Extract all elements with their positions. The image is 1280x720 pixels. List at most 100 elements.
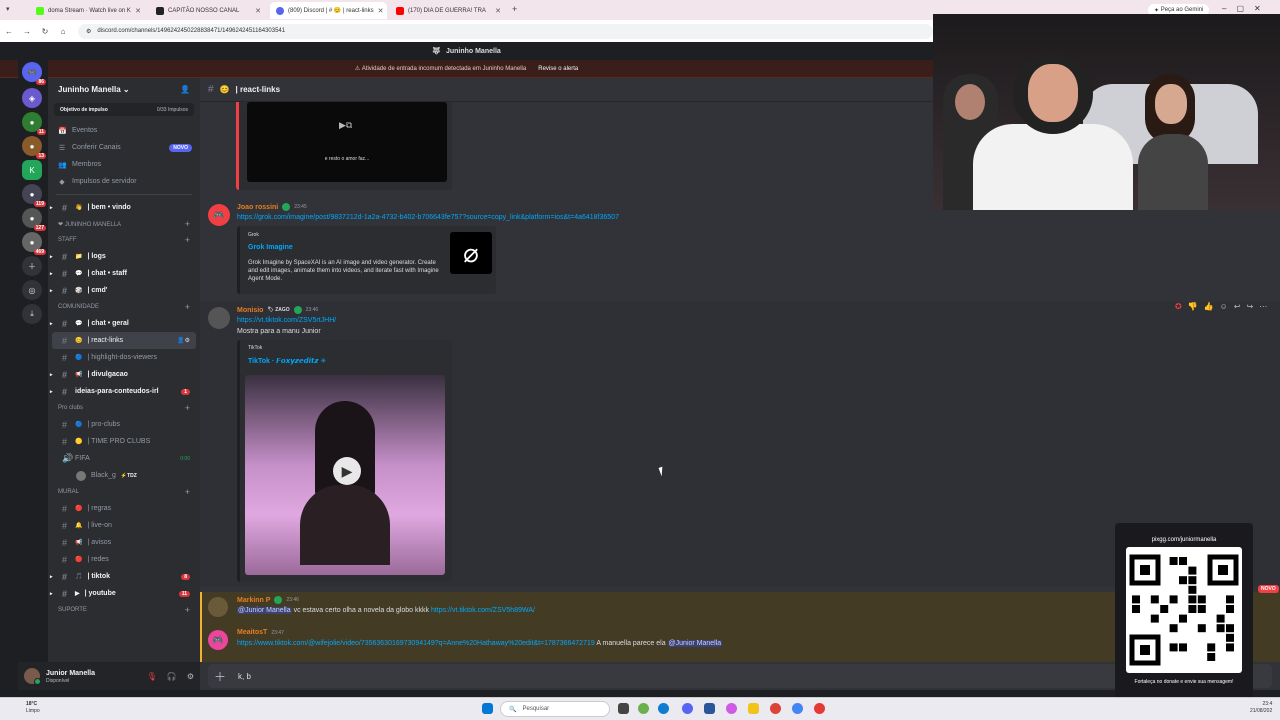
expand-icon[interactable]: ▸: [50, 321, 53, 327]
app-icon[interactable]: [726, 703, 737, 714]
system-clock[interactable]: 23:4 21/08/202: [1250, 701, 1272, 715]
new-tab-icon[interactable]: +: [512, 4, 517, 14]
avatar[interactable]: [24, 668, 41, 685]
server-icon[interactable]: ● 127: [22, 208, 46, 231]
channel-item[interactable]: ▸ # 👋 | bem • vindo: [50, 199, 196, 216]
avatar[interactable]: [208, 597, 228, 617]
expand-icon[interactable]: ▸: [50, 389, 53, 395]
category-header[interactable]: ❤ JUNINHO MANELLA +: [48, 216, 200, 232]
channel-item[interactable]: # 😊 | react-links 👤⚙: [52, 332, 196, 349]
explore-icon[interactable]: ◎: [22, 280, 42, 300]
chrome-icon[interactable]: [770, 703, 781, 714]
nav-item[interactable]: ◆ Impulsos de servidor: [48, 173, 200, 190]
expand-icon[interactable]: ▸: [50, 591, 53, 597]
channel-item[interactable]: ▸ # ▶ | youtube 11: [50, 585, 196, 602]
forward-icon[interactable]: ↪: [1247, 302, 1254, 311]
play-icon[interactable]: ▶: [333, 457, 361, 485]
browser-tab-2[interactable]: CAPITÃO NOSSO CANAL ✕: [150, 2, 267, 19]
user-mention[interactable]: @Junior Manella: [667, 640, 723, 647]
app-icon[interactable]: [638, 703, 649, 714]
expand-icon[interactable]: ▸: [50, 574, 53, 580]
settings-gear-icon[interactable]: ⚙: [187, 672, 194, 681]
channel-item[interactable]: # 🔵 | highlight-dos-viewers: [52, 349, 196, 366]
discord-avatar-icon[interactable]: 🎮: [208, 630, 228, 650]
forward-icon[interactable]: →: [18, 27, 36, 36]
channel-item[interactable]: ▸ # 📁 | logs: [50, 248, 196, 265]
reload-icon[interactable]: ↻: [36, 27, 54, 36]
new-messages-badge[interactable]: NOVO: [1258, 585, 1279, 593]
mic-muted-icon[interactable]: 🎙: [147, 672, 157, 681]
add-member-icon[interactable]: 👤: [180, 85, 190, 94]
add-server-icon[interactable]: ＋: [22, 256, 42, 276]
close-icon[interactable]: ✕: [135, 7, 141, 15]
add-channel-icon[interactable]: +: [185, 219, 190, 229]
channel-item[interactable]: # 🔴 | regras: [52, 500, 196, 517]
add-attachment-icon[interactable]: ＋: [214, 668, 226, 685]
add-channel-icon[interactable]: +: [185, 403, 190, 413]
direct-messages-icon[interactable]: 🎮 86: [22, 62, 46, 85]
download-icon[interactable]: ⤓: [22, 304, 42, 324]
message-author[interactable]: Joao rossini: [237, 204, 278, 211]
channel-item[interactable]: ▸ # 🎲 | cmd': [50, 282, 196, 299]
back-icon[interactable]: ←: [0, 27, 18, 36]
thumbs-down-icon[interactable]: 👎: [1188, 302, 1198, 311]
channel-settings-icon[interactable]: 👤⚙: [177, 337, 190, 344]
add-channel-icon[interactable]: +: [185, 302, 190, 312]
expand-icon[interactable]: ▸: [50, 372, 53, 378]
task-view-icon[interactable]: [618, 703, 629, 714]
taskbar-search[interactable]: 🔍 Pesquisar: [500, 701, 610, 717]
add-reaction-icon[interactable]: ☺: [1220, 302, 1228, 311]
category-header[interactable]: Pro clubs +: [48, 400, 200, 416]
avatar[interactable]: [208, 307, 230, 329]
close-icon[interactable]: ✕: [495, 7, 501, 15]
server-icon[interactable]: ● 119: [22, 184, 46, 207]
channel-item[interactable]: ▸ # 💬 | chat • staff: [50, 265, 196, 282]
video-thumbnail[interactable]: ▶: [245, 375, 445, 575]
message-link[interactable]: https://grok.com/imagine/post/9837212d-1…: [237, 214, 619, 221]
tab-menu-icon[interactable]: ▾: [6, 5, 10, 13]
user-mention[interactable]: @Junior Manella: [237, 607, 292, 614]
url-field[interactable]: ⚙ discord.com/channels/14962424502288384…: [78, 23, 933, 39]
close-icon[interactable]: ✕: [378, 7, 384, 15]
app-icon[interactable]: [704, 703, 715, 714]
embed-title[interactable]: Grok Imagine: [248, 244, 293, 251]
message-link[interactable]: https://vt.tiktok.com/ZSV5rtJHH/: [237, 317, 336, 324]
channel-item[interactable]: ▸ # ideias-para-conteudos-irl 1: [50, 383, 196, 400]
category-header[interactable]: MURAL +: [48, 484, 200, 500]
reply-icon[interactable]: ↩: [1234, 302, 1241, 311]
message-author[interactable]: MeaitosT: [237, 629, 267, 636]
expand-icon[interactable]: ▸: [50, 254, 53, 260]
channel-item[interactable]: ▸ # 🎵 | tiktok 8: [50, 568, 196, 585]
window-controls[interactable]: –▢✕: [1222, 4, 1271, 13]
message-link[interactable]: https://www.tiktok.com/@wifejolie/video/…: [237, 640, 595, 647]
review-alert-link[interactable]: Revise o alerta: [538, 66, 578, 72]
voice-user[interactable]: Black_g ⚡TDZ: [52, 467, 196, 484]
channel-item[interactable]: ▸ # 📢 | divulgacao: [50, 366, 196, 383]
weather-widget[interactable]: 18°C Limpo: [26, 701, 40, 715]
start-icon[interactable]: [482, 703, 493, 714]
browser-tab-1[interactable]: doma Stream · Watch live on K ✕: [30, 2, 147, 19]
server-icon[interactable]: ● 11: [22, 112, 46, 135]
channel-item[interactable]: # 🔴 | redes: [52, 551, 196, 568]
video-preview[interactable]: ▶⧉ e resto o amor faz...: [247, 102, 447, 182]
channel-item[interactable]: # 🔔 | live-on: [52, 517, 196, 534]
nav-item[interactable]: ☰ Conferir Canais NOVO: [48, 139, 200, 156]
chrome-icon[interactable]: [792, 703, 803, 714]
discord-icon[interactable]: [682, 703, 693, 714]
category-header[interactable]: COMUNIDADE +: [48, 299, 200, 315]
category-header[interactable]: STAFF +: [48, 232, 200, 248]
expand-icon[interactable]: ▸: [50, 288, 53, 294]
nav-item[interactable]: 👥 Membros: [48, 156, 200, 173]
server-icon[interactable]: ◈: [22, 88, 42, 108]
nav-item[interactable]: 📅 Eventos: [48, 122, 200, 139]
server-header[interactable]: Juninho Manella ⌄ 👤: [48, 78, 200, 100]
add-channel-icon[interactable]: +: [185, 605, 190, 615]
expand-icon[interactable]: ▸: [50, 271, 53, 277]
add-channel-icon[interactable]: +: [185, 487, 190, 497]
app-icon[interactable]: [814, 703, 825, 714]
site-info-icon[interactable]: ⚙: [86, 28, 91, 35]
server-icon[interactable]: K: [22, 160, 42, 180]
boost-goal-bar[interactable]: Objetivo de impulso 0/33 Impulsos: [54, 103, 194, 116]
message-link[interactable]: https://vt.tiktok.com/ZSV5h89WA/: [431, 607, 535, 614]
server-icon[interactable]: ● 13: [22, 136, 46, 159]
